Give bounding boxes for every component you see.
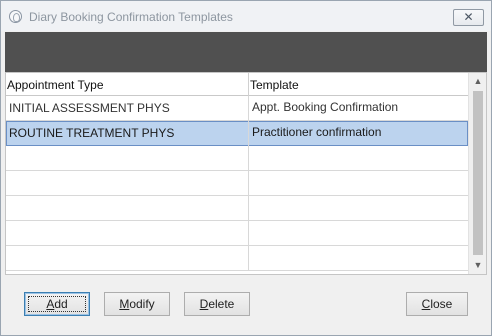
grid-rows: INITIAL ASSESSMENT PHYS Appt. Booking Co… [6,96,468,271]
column-header-appointment-type[interactable]: Appointment Type [7,78,104,92]
table-row[interactable] [6,221,468,246]
column-divider[interactable] [248,73,249,96]
window-title: Diary Booking Confirmation Templates [29,10,233,24]
table-row[interactable] [6,146,468,171]
close-icon: ✕ [463,10,474,24]
dialog-window: Diary Booking Confirmation Templates ✕ A… [0,0,492,336]
cell-appointment-type: INITIAL ASSESSMENT PHYS [9,101,170,115]
delete-button-mnemonic: D [199,297,209,311]
cell-divider [248,246,249,271]
column-header-template[interactable]: Template [250,78,299,92]
app-icon [9,10,22,23]
modify-button[interactable]: Modify [104,292,170,316]
cell-divider [248,196,249,221]
add-button-mnemonic: A [46,297,55,311]
delete-button-label: elete [208,297,235,311]
table-row[interactable] [6,171,468,196]
modify-button-mnemonic: M [119,297,130,311]
modify-button-label: odify [129,297,155,311]
delete-button[interactable]: Delete [184,292,250,316]
close-window-button[interactable]: ✕ [453,9,484,26]
cell-divider [248,221,249,246]
add-button[interactable]: Add [24,292,90,316]
title-bar[interactable]: Diary Booking Confirmation Templates ✕ [1,1,491,31]
scroll-up-icon[interactable]: ▲ [469,73,486,90]
close-button[interactable]: Close [406,292,468,316]
add-button-label: dd [54,297,68,311]
cell-template: Appt. Booking Confirmation [252,100,399,114]
table-row[interactable] [6,196,468,221]
table-row[interactable] [6,246,468,271]
cell-template: Practitioner confirmation [252,125,382,139]
table-row-selected[interactable]: ROUTINE TREATMENT PHYS Practitioner conf… [6,121,468,146]
cell-divider [248,96,249,121]
toolbar-band [5,32,487,72]
vertical-scrollbar[interactable]: ▲ ▼ [468,73,486,274]
grid-header: Appointment Type Template [6,73,468,96]
cell-divider [248,121,249,146]
cell-divider [248,171,249,196]
cell-divider [248,146,249,171]
scrollbar-thumb[interactable] [473,91,483,255]
close-button-label: lose [430,297,453,311]
templates-grid[interactable]: Appointment Type Template INITIAL ASSESS… [5,72,487,275]
cell-appointment-type: ROUTINE TREATMENT PHYS [9,126,175,140]
scroll-down-icon[interactable]: ▼ [469,257,486,274]
table-row[interactable]: INITIAL ASSESSMENT PHYS Appt. Booking Co… [6,96,468,121]
